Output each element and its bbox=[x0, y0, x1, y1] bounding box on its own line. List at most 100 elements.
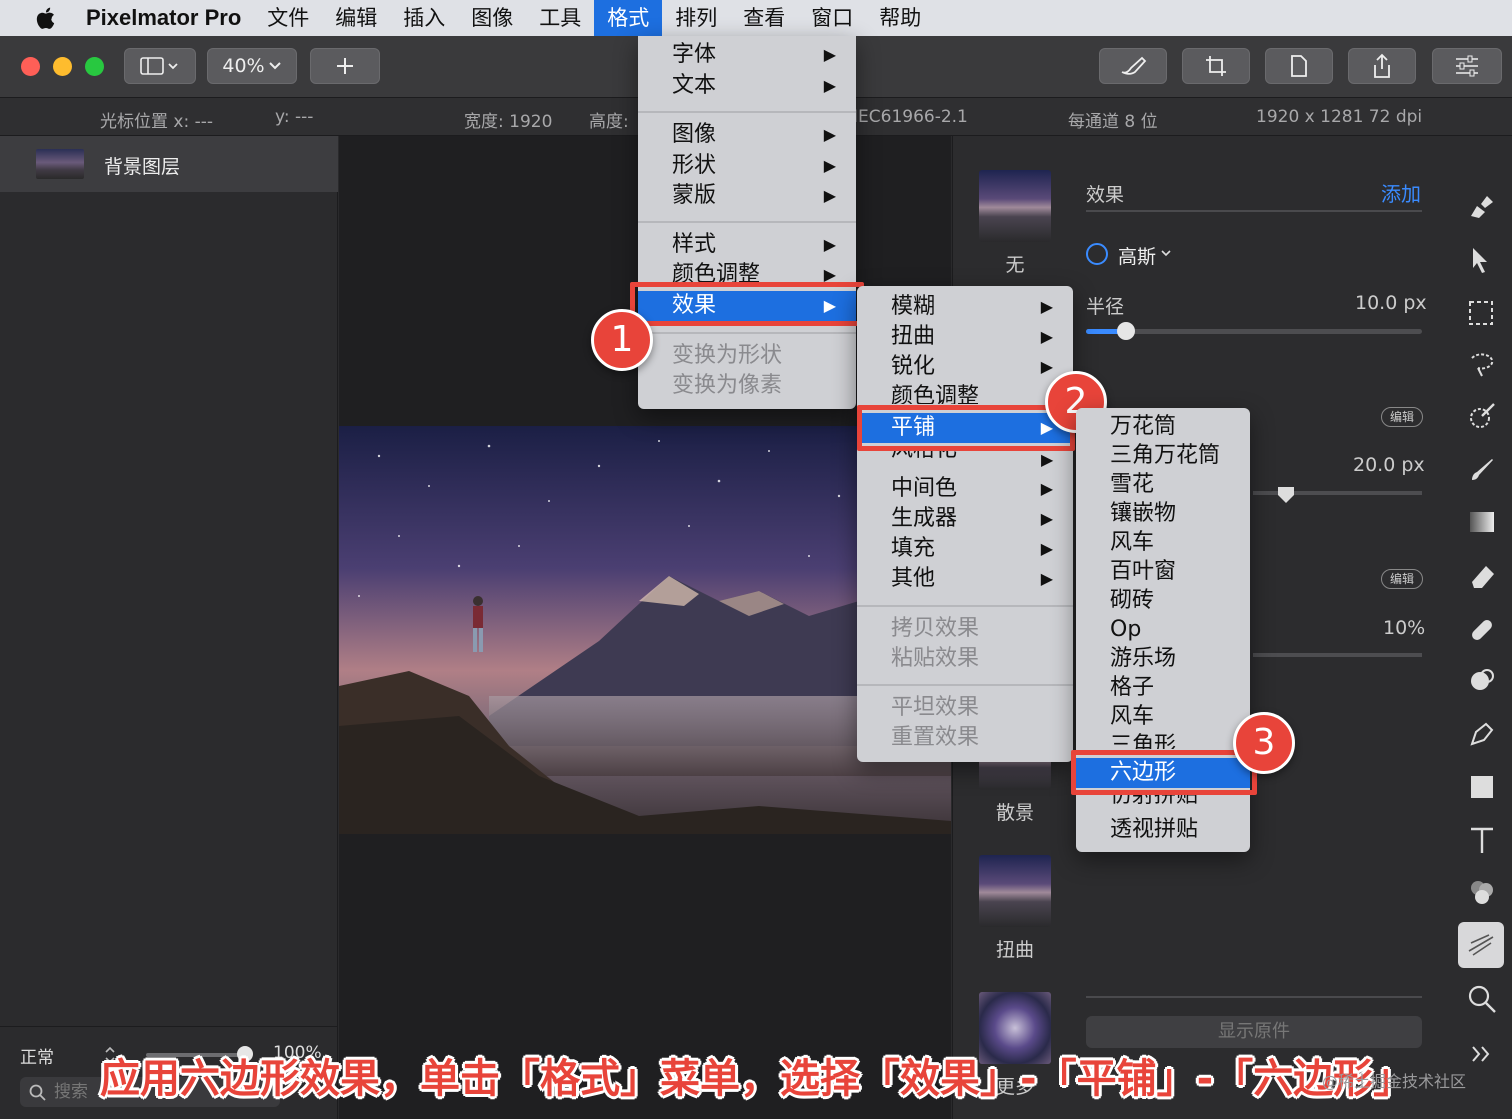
width-readout: 宽度: 1920 bbox=[464, 112, 553, 132]
apple-icon[interactable] bbox=[30, 5, 64, 31]
menu-item-label: 风车 bbox=[1110, 530, 1155, 555]
menu-item-label: 风车 bbox=[1110, 704, 1155, 729]
sidebar-toggle-button[interactable] bbox=[124, 48, 196, 84]
menu-item-mask[interactable]: 蒙版 ▶ bbox=[638, 181, 856, 211]
arrow-select-icon[interactable] bbox=[1470, 246, 1490, 274]
add-effect-button[interactable]: 添加 bbox=[1381, 178, 1421, 207]
text-tool-icon[interactable] bbox=[1469, 826, 1495, 854]
paint-brush-icon[interactable] bbox=[1468, 456, 1496, 484]
layer-row[interactable]: 背景图层 bbox=[0, 136, 338, 192]
effect-toggle-checkbox[interactable] bbox=[1086, 243, 1108, 265]
menu-item-perspective-tile[interactable]: 透视拼贴 bbox=[1076, 815, 1250, 845]
brush-tool-button[interactable] bbox=[1099, 48, 1167, 84]
layer-name: 背景图层 bbox=[104, 156, 181, 178]
magic-wand-icon[interactable] bbox=[1468, 402, 1496, 430]
menu-item-font[interactable]: 字体 ▶ bbox=[638, 40, 856, 70]
menu-tools[interactable]: 工具 bbox=[526, 0, 594, 36]
menu-item-op[interactable]: Op bbox=[1076, 615, 1250, 645]
submenu-arrow-icon: ▶ bbox=[1040, 569, 1053, 588]
menu-item-affine-tile[interactable]: 仿射拼贴 bbox=[1076, 794, 1250, 814]
more-tools-chevron-icon[interactable] bbox=[1470, 1044, 1492, 1064]
crop-icon bbox=[1206, 56, 1226, 76]
lasso-icon[interactable] bbox=[1468, 350, 1496, 378]
menu-help[interactable]: 帮助 bbox=[866, 0, 934, 36]
menu-item-playground[interactable]: 游乐场 bbox=[1076, 644, 1250, 674]
menu-window[interactable]: 窗口 bbox=[798, 0, 866, 36]
menu-item-grid[interactable]: 格子 bbox=[1076, 673, 1250, 703]
menu-item-pinwheel-2[interactable]: 风车 bbox=[1076, 702, 1250, 732]
submenu-arrow-icon: ▶ bbox=[1040, 479, 1053, 498]
submenu-arrow-icon: ▶ bbox=[1040, 297, 1053, 316]
pen-tool-icon[interactable] bbox=[1468, 720, 1496, 748]
zoom-tool-icon[interactable] bbox=[1467, 984, 1497, 1014]
gradient-icon[interactable] bbox=[1468, 510, 1496, 534]
menu-item-color-adjust[interactable]: 颜色调整 ▶ bbox=[638, 260, 856, 282]
menu-format[interactable]: 格式 bbox=[594, 0, 663, 36]
zoom-window-button[interactable] bbox=[85, 57, 104, 76]
menu-file[interactable]: 文件 bbox=[254, 0, 322, 36]
menu-item-color-adjust[interactable]: 颜色调整 bbox=[857, 382, 1073, 404]
adjustments-button[interactable] bbox=[1432, 48, 1502, 84]
bandage-icon[interactable] bbox=[1468, 616, 1496, 644]
menu-item-snowflake[interactable]: 雪花 bbox=[1076, 470, 1250, 500]
menu-item-fill[interactable]: 填充 ▶ bbox=[857, 534, 1073, 564]
menu-item-other[interactable]: 其他 ▶ bbox=[857, 564, 1073, 594]
share-button[interactable] bbox=[1348, 48, 1416, 84]
menu-item-reset-effects: 重置效果 bbox=[857, 723, 1073, 753]
menu-item-label: 粘贴效果 bbox=[891, 646, 980, 671]
document-button[interactable] bbox=[1265, 48, 1333, 84]
menu-item-triangle-kaleidoscope[interactable]: 三角万花筒 bbox=[1076, 441, 1250, 471]
app-name-menu[interactable]: Pixelmator Pro bbox=[86, 0, 254, 36]
add-button[interactable] bbox=[310, 48, 380, 84]
clone-icon[interactable] bbox=[1468, 666, 1496, 694]
menu-item-style[interactable]: 样式 ▶ bbox=[638, 230, 856, 260]
minimize-window-button[interactable] bbox=[53, 57, 72, 76]
menu-item-shape[interactable]: 形状 ▶ bbox=[638, 151, 856, 181]
show-original-button[interactable]: 显示原件 bbox=[1086, 1016, 1422, 1048]
menu-item-text[interactable]: 文本 ▶ bbox=[638, 71, 856, 101]
slider-marker-icon[interactable] bbox=[1277, 486, 1295, 504]
menu-separator bbox=[638, 221, 856, 223]
edit-button-2[interactable]: 编辑 bbox=[1381, 569, 1423, 589]
menu-view[interactable]: 查看 bbox=[730, 0, 798, 36]
sliders-icon bbox=[1456, 55, 1478, 77]
effect-thumb-distort[interactable] bbox=[979, 855, 1051, 927]
menu-item-distort[interactable]: 扭曲 ▶ bbox=[857, 322, 1073, 352]
effects-tool-button[interactable] bbox=[1458, 922, 1504, 968]
menu-item-pinwheel[interactable]: 风车 bbox=[1076, 528, 1250, 558]
effect-name-dropdown[interactable]: 高斯 bbox=[1118, 242, 1156, 269]
zoom-dropdown[interactable]: 40% bbox=[207, 48, 297, 84]
stamp-tool-icon[interactable] bbox=[1467, 194, 1495, 220]
submenu-arrow-icon: ▶ bbox=[823, 235, 836, 254]
menu-item-kaleidoscope[interactable]: 万花筒 bbox=[1076, 412, 1250, 442]
menu-item-blur[interactable]: 模糊 ▶ bbox=[857, 292, 1073, 322]
menu-item-sharpen[interactable]: 锐化 ▶ bbox=[857, 352, 1073, 382]
menu-item-image[interactable]: 图像 ▶ bbox=[638, 120, 856, 150]
effect-thumb-none[interactable] bbox=[979, 170, 1051, 242]
menu-item-generator[interactable]: 生成器 ▶ bbox=[857, 504, 1073, 534]
color-adjust-icon[interactable] bbox=[1467, 878, 1497, 908]
menu-item-brick[interactable]: 砌砖 bbox=[1076, 586, 1250, 616]
menu-arrange[interactable]: 排列 bbox=[662, 0, 730, 36]
crop-button[interactable] bbox=[1182, 48, 1250, 84]
radius-slider-knob[interactable] bbox=[1117, 322, 1136, 340]
rectangle-select-icon[interactable] bbox=[1468, 300, 1494, 326]
menu-insert[interactable]: 插入 bbox=[390, 0, 458, 36]
close-window-button[interactable] bbox=[21, 57, 40, 76]
radius-slider[interactable] bbox=[1086, 329, 1422, 334]
eraser-icon[interactable] bbox=[1468, 562, 1496, 590]
annotation-box-1 bbox=[630, 282, 864, 326]
shape-tool-icon[interactable] bbox=[1469, 774, 1495, 800]
menu-item-mosaic[interactable]: 镶嵌物 bbox=[1076, 499, 1250, 529]
parameter-slider-3[interactable] bbox=[1253, 653, 1422, 657]
menu-item-triangle[interactable]: 三角形 bbox=[1076, 731, 1250, 749]
edit-button[interactable]: 编辑 bbox=[1381, 407, 1423, 427]
menu-image[interactable]: 图像 bbox=[458, 0, 526, 36]
menu-item-blinds[interactable]: 百叶窗 bbox=[1076, 557, 1250, 587]
menu-edit[interactable]: 编辑 bbox=[322, 0, 390, 36]
effects-title: 效果 bbox=[1086, 184, 1125, 206]
chevron-down-icon bbox=[268, 62, 281, 70]
blend-mode-select[interactable]: 正常 bbox=[20, 1043, 54, 1068]
menu-item-label: 图像 bbox=[672, 122, 717, 147]
menu-item-halftone[interactable]: 中间色 ▶ bbox=[857, 474, 1073, 504]
